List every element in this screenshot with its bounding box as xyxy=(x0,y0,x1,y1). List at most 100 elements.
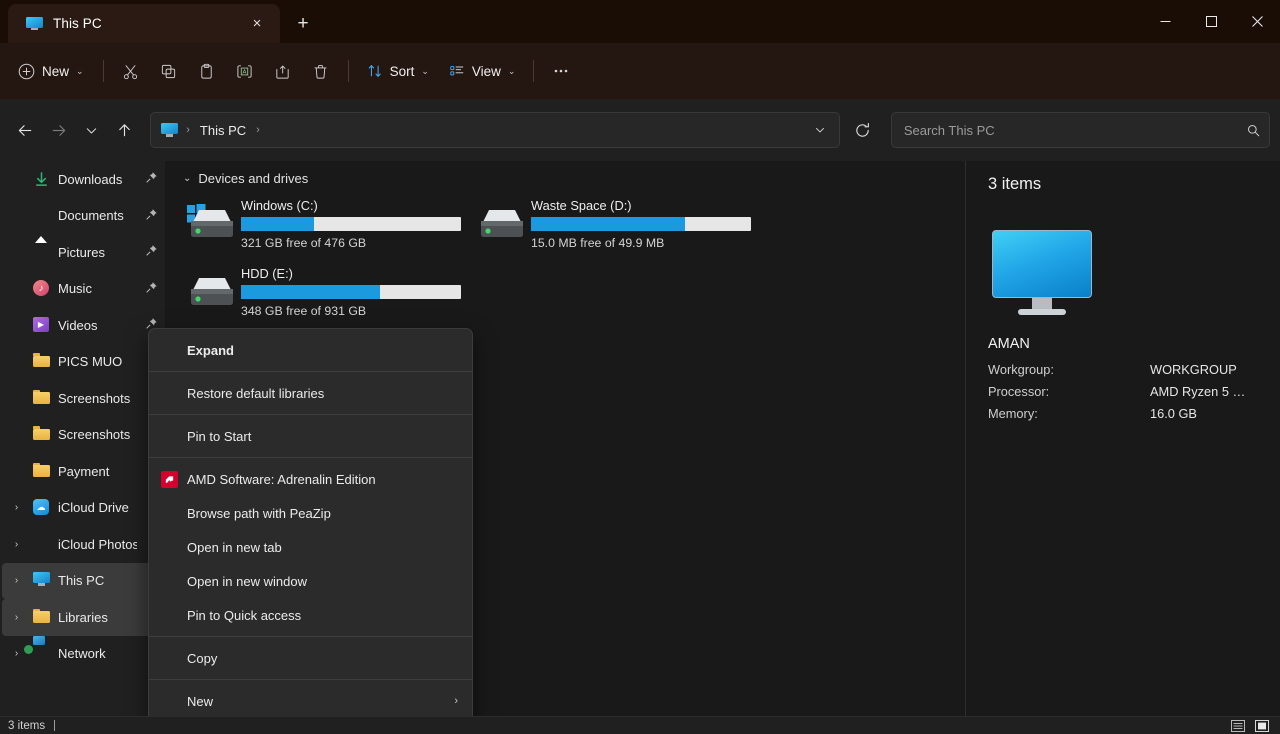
group-header-devices-and-drives[interactable]: ⌄ Devices and drives xyxy=(179,171,965,186)
recent-locations-button[interactable] xyxy=(76,114,107,146)
share-button[interactable] xyxy=(265,54,301,88)
up-button[interactable] xyxy=(109,114,140,146)
monitor-screen xyxy=(992,230,1092,298)
sidebar-item-libraries[interactable]: › Libraries xyxy=(2,599,161,636)
chevron-right-icon[interactable]: › xyxy=(454,695,458,707)
sidebar-item-this-pc[interactable]: › This PC xyxy=(2,562,161,599)
sidebar-item-icloud-drive[interactable]: › ☁ iCloud Drive xyxy=(2,490,161,527)
details-property-value: WORKGROUP xyxy=(1150,362,1237,377)
drive-item[interactable]: HDD (E:) 348 GB free of 931 GB xyxy=(179,260,469,324)
tab-label: This PC xyxy=(53,16,102,31)
context-menu-item-label: Pin to Quick access xyxy=(187,607,302,623)
refresh-button[interactable] xyxy=(846,113,879,147)
chevron-right-icon[interactable]: › xyxy=(8,502,25,513)
copy-button[interactable] xyxy=(151,54,187,88)
context-menu[interactable]: Expand Restore default libraries Pin to St… xyxy=(148,328,473,723)
sidebar-item-pictures[interactable]: › Pictures xyxy=(2,234,161,271)
context-menu-item-label: AMD Software: Adrenalin Edition xyxy=(187,471,376,487)
large-icons-view-button[interactable] xyxy=(1252,718,1272,734)
status-divider xyxy=(54,720,56,731)
drive-capacity-fill xyxy=(531,217,685,231)
rename-button[interactable]: A xyxy=(227,54,263,88)
context-menu-item-open-in-new-window[interactable]: Open in new window xyxy=(151,564,470,598)
search-icon[interactable] xyxy=(1246,123,1261,138)
minimize-button[interactable] xyxy=(1142,0,1188,43)
context-menu-item-amd-software-adrenalin-edition[interactable]: AMD Software: Adrenalin Edition xyxy=(151,462,470,496)
context-menu-item-pin-to-quick-access[interactable]: Pin to Quick access xyxy=(151,598,470,632)
context-menu-item-label: Expand xyxy=(187,342,234,358)
breadcrumb-separator-end[interactable]: › xyxy=(254,124,262,136)
sidebar-item-label: Payment xyxy=(58,463,110,479)
chevron-right-icon[interactable]: › xyxy=(8,539,25,550)
address-bar[interactable]: › This PC › xyxy=(150,112,840,148)
view-button[interactable]: View ⌄ xyxy=(440,54,525,88)
sidebar-item-payment[interactable]: › Payment xyxy=(2,453,161,490)
maximize-button[interactable] xyxy=(1188,0,1234,43)
group-header-label: Devices and drives xyxy=(198,171,309,186)
drive-item[interactable]: Waste Space (D:) 15.0 MB free of 49.9 MB xyxy=(469,192,759,256)
details-view-button[interactable] xyxy=(1228,718,1248,734)
breadcrumb-item-this-pc[interactable]: This PC xyxy=(196,120,250,141)
chevron-right-icon[interactable]: › xyxy=(8,648,25,659)
sidebar-item-label: Music xyxy=(58,281,92,297)
music-icon: ♪ xyxy=(33,280,49,297)
pin-icon[interactable] xyxy=(145,171,161,187)
delete-button[interactable] xyxy=(303,54,339,88)
sidebar-item-downloads[interactable]: › Downloads xyxy=(2,161,161,198)
sidebar-indent-spacer: › xyxy=(8,283,25,294)
sidebar-item-documents[interactable]: › Documents xyxy=(2,198,161,235)
title-bar: This PC × + xyxy=(0,0,1280,43)
drive-item[interactable]: Windows (C:) 321 GB free of 476 GB xyxy=(179,192,469,256)
tab-this-pc[interactable]: This PC × xyxy=(8,4,280,43)
sidebar-indent-spacer: › xyxy=(8,429,25,440)
paste-button[interactable] xyxy=(189,54,225,88)
context-menu-item-restore-default-libraries[interactable]: Restore default libraries xyxy=(151,376,470,410)
sidebar-item-label: This PC xyxy=(58,573,105,589)
sidebar-item-icloud-photos[interactable]: › iCloud Photos xyxy=(2,526,161,563)
icloud-photos-icon xyxy=(33,536,50,553)
sidebar-indent-spacer: › xyxy=(8,393,25,404)
sort-button-label: Sort xyxy=(389,63,415,79)
sidebar-item-videos[interactable]: › ▶ Videos xyxy=(2,307,161,344)
context-menu-item-new[interactable]: New › xyxy=(151,684,470,718)
new-tab-icon[interactable]: + xyxy=(286,6,320,40)
see-more-button[interactable] xyxy=(543,54,579,88)
forward-button[interactable] xyxy=(43,114,74,146)
chevron-down-icon[interactable]: ⌄ xyxy=(183,173,191,184)
search-box[interactable] xyxy=(890,112,1271,148)
pin-icon[interactable] xyxy=(145,244,161,260)
context-menu-item-label: Copy xyxy=(187,650,218,666)
trash-icon xyxy=(314,64,327,79)
sidebar-item-label: Libraries xyxy=(58,609,108,625)
context-menu-item-pin-to-start[interactable]: Pin to Start xyxy=(151,419,470,453)
new-button[interactable]: New ⌄ xyxy=(10,54,94,88)
context-menu-item-browse-path-with-peazip[interactable]: Browse path with PeaZip xyxy=(151,496,470,530)
sidebar-indent-spacer: › xyxy=(8,466,25,477)
sidebar-item-network[interactable]: › Network xyxy=(2,636,161,673)
chevron-right-icon[interactable]: › xyxy=(8,612,25,623)
plus-circle-icon xyxy=(18,63,35,79)
address-dropdown-button[interactable] xyxy=(805,115,835,145)
context-menu-item-open-in-new-tab[interactable]: Open in new tab xyxy=(151,530,470,564)
details-property-key: Workgroup: xyxy=(988,362,1054,377)
drive-free-space: 321 GB free of 476 GB xyxy=(241,236,367,250)
arrow-up-icon xyxy=(119,123,131,136)
pin-icon[interactable] xyxy=(145,208,161,224)
sort-button[interactable]: Sort ⌄ xyxy=(358,54,438,88)
window-controls xyxy=(1142,0,1280,43)
sidebar-item-screenshots[interactable]: › Screenshots xyxy=(2,417,161,454)
search-input[interactable] xyxy=(903,122,1247,138)
pin-icon[interactable] xyxy=(145,281,161,297)
drives-grid: Windows (C:) 321 GB free of 476 GB Waste S… xyxy=(179,192,965,328)
details-property-row: Memory: 16.0 GB xyxy=(988,406,1258,421)
sidebar-item-screenshots[interactable]: › Screenshots xyxy=(2,380,161,417)
context-menu-item-copy[interactable]: Copy xyxy=(151,641,470,675)
close-window-button[interactable] xyxy=(1234,0,1280,43)
sidebar-item-pics-muo[interactable]: › PICS MUO xyxy=(2,344,161,381)
close-tab-icon[interactable]: × xyxy=(244,11,270,37)
chevron-right-icon[interactable]: › xyxy=(8,575,25,586)
sidebar-item-music[interactable]: › ♪ Music xyxy=(2,271,161,308)
context-menu-item-expand[interactable]: Expand xyxy=(151,333,470,367)
back-button[interactable] xyxy=(10,114,41,146)
cut-button[interactable] xyxy=(113,54,149,88)
